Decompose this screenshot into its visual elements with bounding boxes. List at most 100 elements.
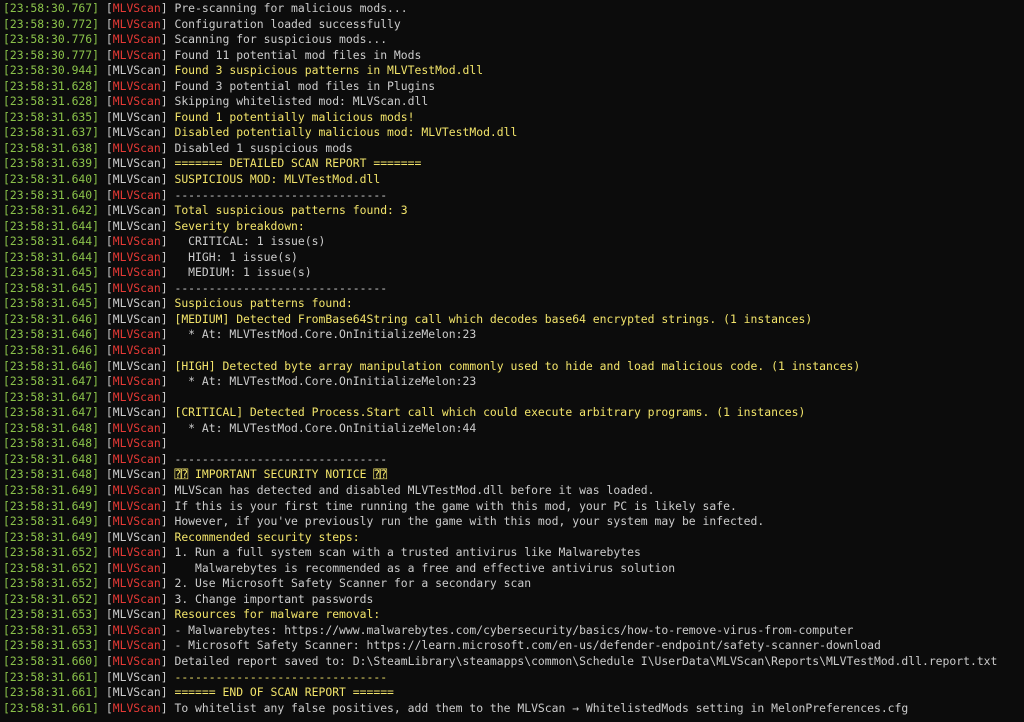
log-message: 3. Change important passwords (174, 591, 374, 606)
log-message: ⍰⍰ IMPORTANT SECURITY NOTICE ⍰⍰ (174, 467, 388, 482)
log-timestamp: [23:58:31.642] (3, 203, 106, 218)
log-timestamp: [23:58:30.772] (3, 16, 106, 31)
log-source-tag: [MLVScan] (105, 389, 175, 404)
log-line: [23:58:31.661] [MLVScan] ====== END OF S… (3, 685, 1024, 701)
log-message: If this is your first time running the g… (174, 498, 737, 513)
log-source-tag: [MLVScan] (105, 203, 175, 218)
log-timestamp: [23:58:31.649] (3, 482, 106, 497)
log-timestamp: [23:58:31.639] (3, 156, 106, 171)
log-line: [23:58:31.649] [MLVScan] However, if you… (3, 514, 1024, 530)
log-timestamp: [23:58:30.776] (3, 32, 106, 47)
log-timestamp: [23:58:31.635] (3, 109, 106, 124)
log-message: HIGH: 1 issue(s) (174, 249, 298, 264)
log-timestamp: [23:58:31.646] (3, 343, 106, 358)
log-source-tag: [MLVScan] (105, 700, 175, 715)
log-source-tag: [MLVScan] (105, 94, 175, 109)
log-message: Recommended security steps: (174, 529, 360, 544)
log-timestamp: [23:58:31.647] (3, 374, 106, 389)
log-line: [23:58:31.649] [MLVScan] Recommended sec… (3, 530, 1024, 546)
log-timestamp: [23:58:31.652] (3, 576, 106, 591)
log-message: Found 3 potential mod files in Plugins (174, 78, 436, 93)
log-timestamp: [23:58:31.661] (3, 669, 106, 684)
log-timestamp: [23:58:31.640] (3, 187, 106, 202)
log-message: Disabled potentially malicious mod: MLVT… (174, 125, 518, 140)
log-source-tag: [MLVScan] (105, 311, 175, 326)
log-message: Suspicious patterns found: (174, 296, 353, 311)
log-message: However, if you've previously run the ga… (174, 514, 765, 529)
log-source-tag: [MLVScan] (105, 343, 175, 358)
log-source-tag: [MLVScan] (105, 172, 175, 187)
log-message: MLVScan has detected and disabled MLVTes… (174, 482, 655, 497)
console-output[interactable]: [23:58:30.767] [MLVScan] Pre-scanning fo… (3, 1, 1024, 722)
log-message: ------------------------------- (174, 669, 388, 684)
log-line: [23:58:30.776] [MLVScan] Scanning for su… (3, 32, 1024, 48)
log-line: [23:58:31.648] [MLVScan] (3, 436, 1024, 452)
log-source-tag: [MLVScan] (105, 280, 175, 295)
log-line: [23:58:31.644] [MLVScan] HIGH: 1 issue(s… (3, 250, 1024, 266)
log-message: Scanning for suspicious mods... (174, 32, 388, 47)
log-source-tag: [MLVScan] (105, 358, 175, 373)
log-message: [HIGH] Detected byte array manipulation … (174, 358, 861, 373)
log-source-tag: [MLVScan] (105, 451, 175, 466)
log-timestamp: [23:58:31.652] (3, 591, 106, 606)
log-source-tag: [MLVScan] (105, 622, 175, 637)
log-line: [23:58:31.644] [MLVScan] CRITICAL: 1 iss… (3, 234, 1024, 250)
log-source-tag: [MLVScan] (105, 234, 175, 249)
log-line: [23:58:30.767] [MLVScan] Pre-scanning fo… (3, 1, 1024, 17)
log-line: [23:58:30.772] [MLVScan] Configuration l… (3, 17, 1024, 33)
log-source-tag: [MLVScan] (105, 482, 175, 497)
log-timestamp: [23:58:31.647] (3, 405, 106, 420)
log-source-tag: [MLVScan] (105, 140, 175, 155)
log-line: [23:58:31.653] [MLVScan] - Microsoft Saf… (3, 638, 1024, 654)
log-timestamp: [23:58:31.644] (3, 218, 106, 233)
log-timestamp: [23:58:31.653] (3, 622, 106, 637)
log-timestamp: [23:58:31.652] (3, 560, 106, 575)
log-message: - Malwarebytes: https://www.malwarebytes… (174, 622, 854, 637)
log-message: Pre-scanning for malicious mods... (174, 1, 408, 15)
log-line: [23:58:31.628] [MLVScan] Found 3 potenti… (3, 79, 1024, 95)
log-source-tag: [MLVScan] (105, 653, 175, 668)
log-message: Found 3 suspicious patterns in MLVTestMo… (174, 63, 484, 78)
log-line: [23:58:31.648] [MLVScan] ---------------… (3, 452, 1024, 468)
log-source-tag: [MLVScan] (105, 47, 175, 62)
log-line: [23:58:31.646] [MLVScan] [HIGH] Detected… (3, 359, 1024, 375)
log-source-tag: [MLVScan] (105, 63, 175, 78)
log-source-tag: [MLVScan] (105, 669, 175, 684)
log-source-tag: [MLVScan] (105, 156, 175, 171)
log-source-tag: [MLVScan] (105, 265, 175, 280)
log-message: Total suspicious patterns found: 3 (174, 203, 408, 218)
log-message: 1. Run a full system scan with a trusted… (174, 545, 641, 560)
log-source-tag: [MLVScan] (105, 1, 175, 15)
log-line: [23:58:31.645] [MLVScan] ---------------… (3, 281, 1024, 297)
log-source-tag: [MLVScan] (105, 560, 175, 575)
log-line: [23:58:31.640] [MLVScan] ---------------… (3, 188, 1024, 204)
log-line: [23:58:31.642] [MLVScan] Total suspiciou… (3, 203, 1024, 219)
log-line: [23:58:31.645] [MLVScan] Suspicious patt… (3, 296, 1024, 312)
log-line: [23:58:31.649] [MLVScan] If this is your… (3, 499, 1024, 515)
log-line: [23:58:31.646] [MLVScan] * At: MLVTestMo… (3, 327, 1024, 343)
log-source-tag: [MLVScan] (105, 576, 175, 591)
log-line: [23:58:31.648] [MLVScan] ⍰⍰ IMPORTANT SE… (3, 467, 1024, 483)
log-line: [23:58:31.652] [MLVScan] Malwarebytes is… (3, 561, 1024, 577)
log-message: [CRITICAL] Detected Process.Start call w… (174, 405, 806, 420)
log-source-tag: [MLVScan] (105, 436, 175, 451)
log-source-tag: [MLVScan] (105, 420, 175, 435)
log-message: * At: MLVTestMod.Core.OnInitializeMelon:… (174, 420, 477, 435)
log-message: Detailed report saved to: D:\SteamLibrar… (174, 653, 998, 668)
log-timestamp: [23:58:30.767] (3, 1, 106, 15)
log-line: [23:58:31.645] [MLVScan] MEDIUM: 1 issue… (3, 265, 1024, 281)
log-message: 2. Use Microsoft Safety Scanner for a se… (174, 576, 532, 591)
log-source-tag: [MLVScan] (105, 187, 175, 202)
log-message: MEDIUM: 1 issue(s) (174, 265, 312, 280)
log-timestamp: [23:58:31.653] (3, 638, 106, 653)
log-timestamp: [23:58:31.649] (3, 529, 106, 544)
log-line: [23:58:31.635] [MLVScan] Found 1 potenti… (3, 110, 1024, 126)
log-source-tag: [MLVScan] (105, 78, 175, 93)
log-line: [23:58:31.646] [MLVScan] (3, 343, 1024, 359)
log-source-tag: [MLVScan] (105, 374, 175, 389)
log-line: [23:58:31.649] [MLVScan] MLVScan has det… (3, 483, 1024, 499)
log-line: [23:58:31.653] [MLVScan] Resources for m… (3, 607, 1024, 623)
log-source-tag: [MLVScan] (105, 327, 175, 342)
log-line: [23:58:31.640] [MLVScan] SUSPICIOUS MOD:… (3, 172, 1024, 188)
log-line: [23:58:31.644] [MLVScan] Severity breakd… (3, 219, 1024, 235)
